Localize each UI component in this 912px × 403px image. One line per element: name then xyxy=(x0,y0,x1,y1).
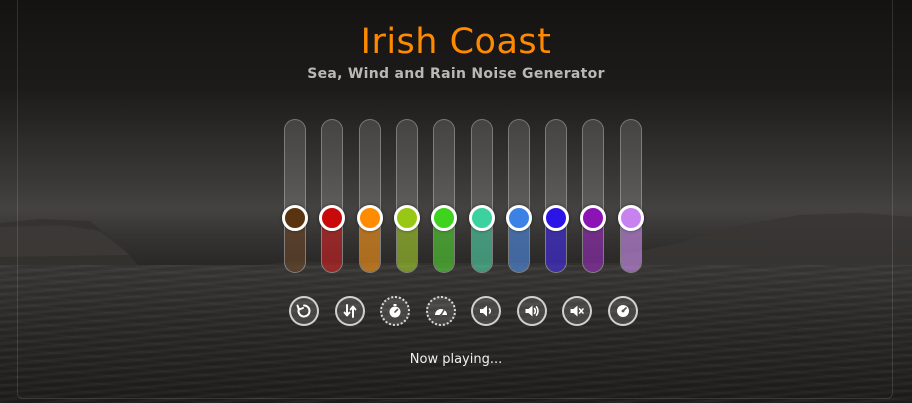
slider-thumb-3[interactable] xyxy=(357,204,383,231)
reset-button[interactable] xyxy=(289,296,319,326)
slider-track-9[interactable] xyxy=(582,119,604,273)
slider-track-8[interactable] xyxy=(545,119,567,273)
slider-track-1[interactable] xyxy=(284,119,306,273)
slider-thumb-5[interactable] xyxy=(431,204,457,231)
mute-button[interactable] xyxy=(562,296,592,326)
slider-thumb-2[interactable] xyxy=(319,204,345,231)
volume-down-button[interactable] xyxy=(471,296,501,326)
reset-icon xyxy=(296,304,311,318)
slider-track-3[interactable] xyxy=(359,119,381,273)
slider-thumb-6[interactable] xyxy=(469,204,495,231)
volume-up-button[interactable] xyxy=(517,296,547,326)
slider-thumb-9[interactable] xyxy=(580,204,606,231)
mute-icon xyxy=(570,305,584,317)
slider-thumb-10[interactable] xyxy=(618,204,644,231)
slider-track-6[interactable] xyxy=(471,119,493,273)
shuffle-sliders-button[interactable] xyxy=(335,296,365,326)
slider-thumb-1[interactable] xyxy=(282,204,308,231)
slider-track-10[interactable] xyxy=(620,119,642,273)
timer-icon xyxy=(389,304,401,318)
slider-track-7[interactable] xyxy=(508,119,530,273)
app-title: Irish Coast xyxy=(360,22,552,62)
status-text: Now playing... xyxy=(409,352,503,367)
slider-track-4[interactable] xyxy=(396,119,418,273)
app-subtitle: Sea, Wind and Rain Noise Generator xyxy=(307,66,605,82)
timer-button[interactable] xyxy=(380,296,410,326)
settings-button[interactable] xyxy=(608,296,638,326)
slider-thumb-8[interactable] xyxy=(543,204,569,231)
slider-thumb-7[interactable] xyxy=(506,204,532,231)
slider-thumb-4[interactable] xyxy=(394,204,420,231)
shuffle-sliders-icon xyxy=(343,304,357,318)
volume-up-icon xyxy=(525,305,539,317)
settings-icon xyxy=(617,305,629,317)
slider-track-5[interactable] xyxy=(433,119,455,273)
animate-button[interactable] xyxy=(426,296,456,326)
slider-track-2[interactable] xyxy=(321,119,343,273)
volume-down-icon xyxy=(480,305,492,317)
animate-icon xyxy=(435,309,447,317)
